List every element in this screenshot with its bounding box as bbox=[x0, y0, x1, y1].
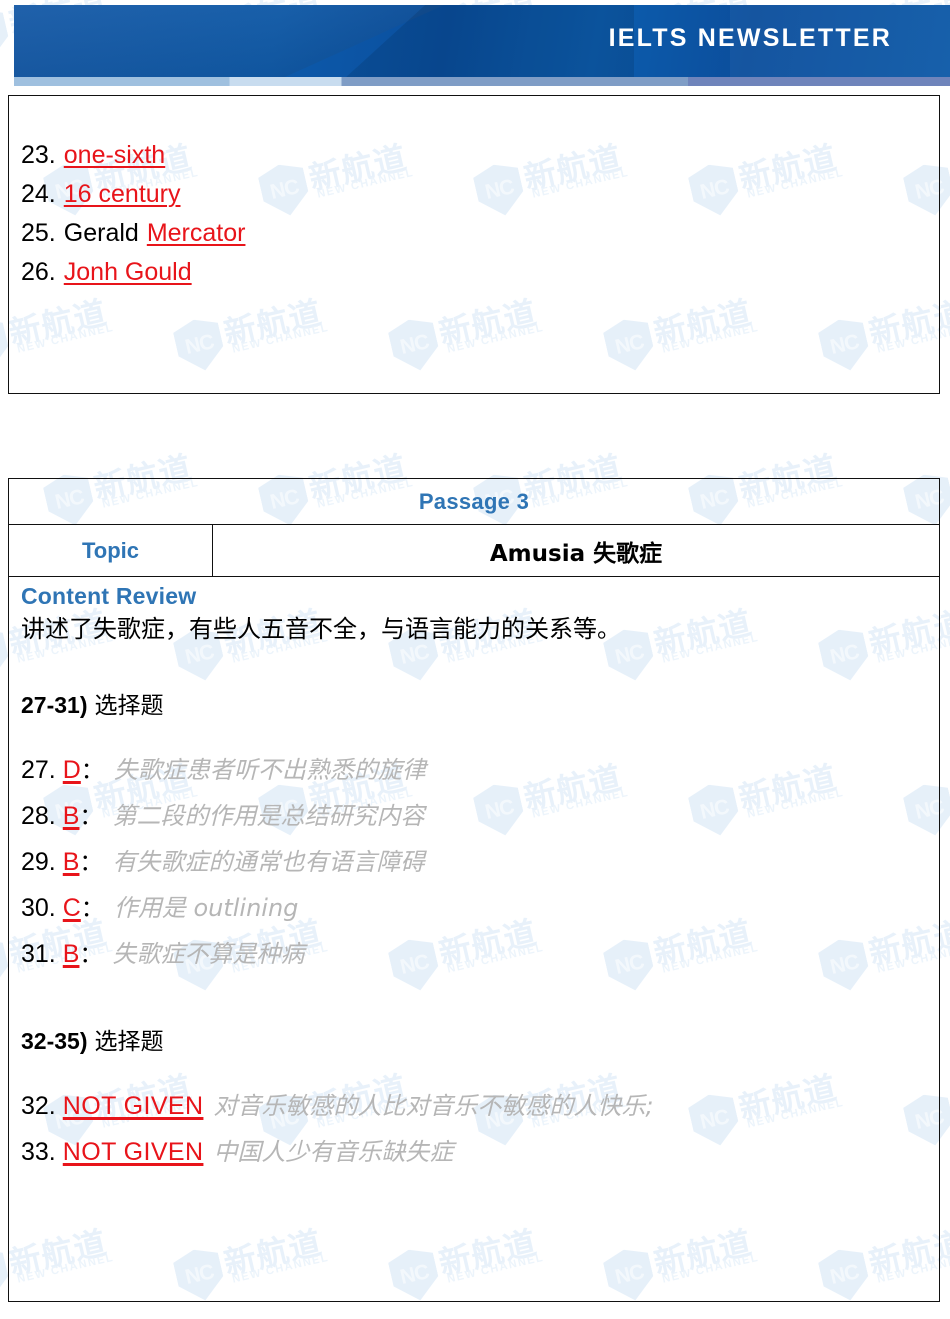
question-answer: B bbox=[62, 802, 80, 830]
question-description: 对音乐敏感的人比对音乐不敏感的人快乐; bbox=[213, 1092, 654, 1120]
question-answer: B bbox=[62, 940, 80, 968]
question-description: 第二段的作用是总结研究内容 bbox=[112, 802, 425, 830]
question-row: 30. C： 作用是 outlining bbox=[21, 888, 939, 923]
section-heading: 27-31) 选择题 bbox=[21, 686, 939, 720]
question-colon: ： bbox=[80, 896, 104, 922]
answer-row: 23. one-sixth bbox=[21, 143, 245, 168]
question-row: 31. B： 失歌症不算是种病 bbox=[21, 934, 939, 969]
answer-list: 23. one-sixth 24. 16 century 25. Gerald Mercat… bbox=[21, 143, 245, 299]
question-description: 失歌症患者听不出熟悉的旋律 bbox=[113, 756, 426, 784]
question-colon: ： bbox=[79, 804, 103, 830]
answer-prefix-text: Gerald bbox=[63, 219, 139, 247]
answers-box-23-26: 23. one-sixth 24. 16 century 25. Gerald Mercat… bbox=[8, 95, 940, 394]
question-row: 28. B： 第二段的作用是总结研究内容 bbox=[21, 796, 939, 831]
question-description: 作用是 outlining bbox=[113, 894, 299, 922]
content-review-heading: Content Review bbox=[21, 583, 197, 609]
newsletter-title: IELTS NEWSLETTER bbox=[608, 24, 892, 52]
answer-number: 26. bbox=[21, 258, 56, 286]
answer-value: Jonh Gould bbox=[63, 258, 192, 286]
question-number: 31. bbox=[21, 940, 56, 968]
section-range: 27-31) bbox=[21, 692, 88, 718]
question-description: 中国人少有音乐缺失症 bbox=[213, 1138, 454, 1166]
question-answer: D bbox=[62, 756, 81, 784]
question-colon: ： bbox=[80, 758, 104, 784]
content-review-body: Content Review 讲述了失歌症，有些人五音不全，与语言能力的关系等。… bbox=[9, 577, 939, 1167]
question-colon: ： bbox=[79, 850, 103, 876]
section-range: 32-35) bbox=[21, 1028, 88, 1054]
answer-row: 26. Jonh Gould bbox=[21, 260, 245, 285]
question-number: 30. bbox=[21, 894, 56, 922]
answer-row: 24. 16 century bbox=[21, 182, 245, 207]
question-answer: C bbox=[62, 894, 81, 922]
topic-label: Topic bbox=[81, 537, 140, 563]
answer-number: 23. bbox=[21, 141, 56, 169]
answer-row: 25. Gerald Mercator bbox=[21, 221, 245, 246]
topic-value-cell: Amusia 失歌症 bbox=[213, 525, 939, 576]
question-answer: NOT GIVEN bbox=[62, 1138, 204, 1166]
question-colon: ： bbox=[79, 942, 103, 968]
question-number: 32. bbox=[21, 1092, 56, 1120]
passage-title-row: Passage 3 bbox=[9, 479, 939, 525]
question-answer: NOT GIVEN bbox=[62, 1092, 204, 1120]
banner-bottom-strip bbox=[14, 77, 950, 86]
topic-row: Topic Amusia 失歌症 bbox=[9, 525, 939, 577]
question-row: 32. NOT GIVEN 对音乐敏感的人比对音乐不敏感的人快乐; bbox=[21, 1086, 939, 1121]
section-type-label: 选择题 bbox=[94, 1029, 164, 1055]
content-review-summary: 讲述了失歌症，有些人五音不全，与语言能力的关系等。 bbox=[21, 615, 621, 643]
answer-value: 16 century bbox=[63, 180, 181, 208]
question-row: 29. B： 有失歌症的通常也有语言障碍 bbox=[21, 842, 939, 877]
topic-value: Amusia 失歌症 bbox=[489, 540, 663, 567]
answer-number: 24. bbox=[21, 180, 56, 208]
question-number: 28. bbox=[21, 802, 56, 830]
answer-value: Mercator bbox=[146, 219, 246, 247]
question-number: 33. bbox=[21, 1138, 56, 1166]
watermark-shield-icon: NC bbox=[0, 5, 13, 66]
question-sections: 27-31) 选择题 27. D：失歌症患者听不出熟悉的旋律 28. B：第二段的作用是总… bbox=[21, 644, 939, 1167]
topic-label-cell: Topic bbox=[9, 525, 213, 576]
question-number: 29. bbox=[21, 848, 56, 876]
section-heading: 32-35) 选择题 bbox=[21, 1022, 939, 1056]
question-number: 27. bbox=[21, 756, 56, 784]
answer-number: 25. bbox=[21, 219, 56, 247]
passage-3-box: Passage 3 Topic Amusia 失歌症 Content Revie… bbox=[8, 478, 940, 1302]
question-description: 有失歌症的通常也有语言障碍 bbox=[112, 848, 425, 876]
question-row: 27. D： 失歌症患者听不出熟悉的旋律 bbox=[21, 750, 939, 785]
question-row: 33. NOT GIVEN 中国人少有音乐缺失症 bbox=[21, 1132, 939, 1167]
answer-value: one-sixth bbox=[63, 141, 166, 169]
question-description: 失歌症不算是种病 bbox=[112, 940, 305, 968]
passage-table: Passage 3 Topic Amusia 失歌症 Content Revie… bbox=[9, 479, 939, 1178]
question-answer: B bbox=[62, 848, 80, 876]
section-type-label: 选择题 bbox=[94, 693, 164, 719]
page-title: Passage 3 bbox=[418, 488, 530, 514]
